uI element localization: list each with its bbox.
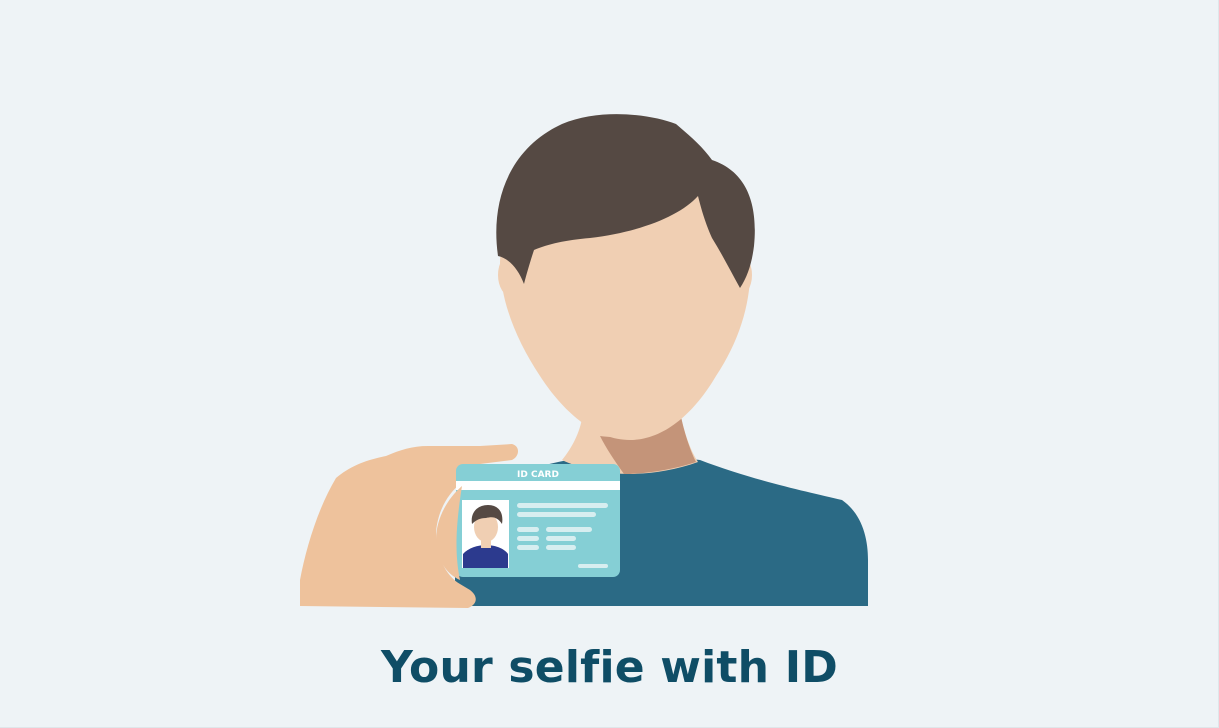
id-card-stripe — [456, 481, 620, 490]
card-info-line — [546, 527, 592, 532]
page-caption: Your selfie with ID — [381, 642, 838, 693]
person-holding-id-card-illustration: ID CARD — [300, 114, 868, 608]
selfie-with-id-screen: ID CARD Your selfie with ID — [0, 0, 1219, 728]
portrait-photo-icon — [462, 500, 509, 568]
card-info-line — [517, 503, 608, 508]
card-info-line — [546, 536, 576, 541]
card-info-line — [517, 527, 539, 532]
card-signature-line — [578, 564, 608, 568]
id-card-title: ID CARD — [517, 470, 559, 480]
card-info-line — [517, 512, 596, 517]
card-info-line — [517, 545, 539, 550]
card-info-line — [546, 545, 576, 550]
id-card: ID CARD — [456, 464, 620, 577]
card-info-line — [517, 536, 539, 541]
